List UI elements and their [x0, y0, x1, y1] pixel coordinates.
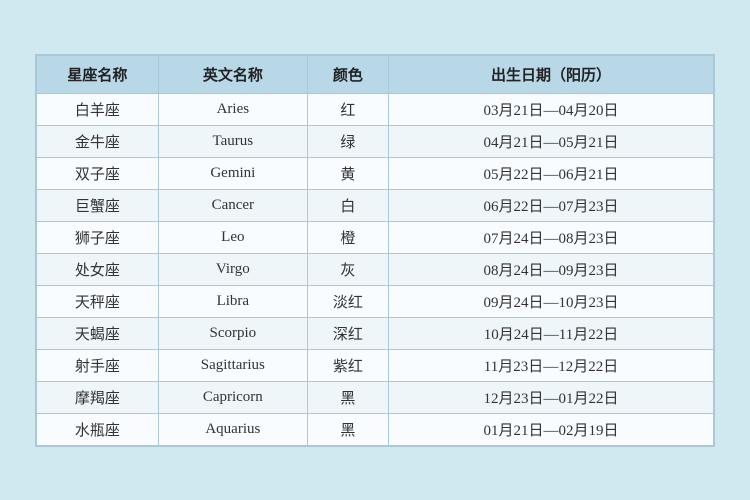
cell-en: Scorpio	[158, 317, 307, 349]
cell-color: 白	[307, 189, 388, 221]
cell-color: 深红	[307, 317, 388, 349]
cell-date: 04月21日—05月21日	[389, 125, 714, 157]
table-row: 白羊座Aries红03月21日—04月20日	[37, 93, 714, 125]
cell-en: Sagittarius	[158, 349, 307, 381]
table-row: 巨蟹座Cancer白06月22日—07月23日	[37, 189, 714, 221]
cell-color: 黑	[307, 381, 388, 413]
cell-date: 09月24日—10月23日	[389, 285, 714, 317]
cell-date: 01月21日—02月19日	[389, 413, 714, 445]
cell-color: 绿	[307, 125, 388, 157]
cell-zh: 白羊座	[37, 93, 159, 125]
zodiac-table-container: 星座名称 英文名称 颜色 出生日期（阳历） 白羊座Aries红03月21日—04…	[35, 54, 715, 447]
table-row: 处女座Virgo灰08月24日—09月23日	[37, 253, 714, 285]
cell-zh: 水瓶座	[37, 413, 159, 445]
table-row: 摩羯座Capricorn黑12月23日—01月22日	[37, 381, 714, 413]
cell-color: 红	[307, 93, 388, 125]
cell-en: Cancer	[158, 189, 307, 221]
cell-zh: 天蝎座	[37, 317, 159, 349]
cell-zh: 巨蟹座	[37, 189, 159, 221]
table-row: 射手座Sagittarius紫红11月23日—12月22日	[37, 349, 714, 381]
header-date: 出生日期（阳历）	[389, 55, 714, 93]
cell-zh: 狮子座	[37, 221, 159, 253]
cell-en: Libra	[158, 285, 307, 317]
header-en: 英文名称	[158, 55, 307, 93]
table-row: 金牛座Taurus绿04月21日—05月21日	[37, 125, 714, 157]
cell-en: Aquarius	[158, 413, 307, 445]
zodiac-table: 星座名称 英文名称 颜色 出生日期（阳历） 白羊座Aries红03月21日—04…	[36, 55, 714, 446]
cell-en: Virgo	[158, 253, 307, 285]
header-color: 颜色	[307, 55, 388, 93]
table-row: 天蝎座Scorpio深红10月24日—11月22日	[37, 317, 714, 349]
cell-date: 06月22日—07月23日	[389, 189, 714, 221]
cell-zh: 摩羯座	[37, 381, 159, 413]
cell-date: 11月23日—12月22日	[389, 349, 714, 381]
table-header-row: 星座名称 英文名称 颜色 出生日期（阳历）	[37, 55, 714, 93]
cell-color: 紫红	[307, 349, 388, 381]
table-row: 双子座Gemini黄05月22日—06月21日	[37, 157, 714, 189]
cell-en: Taurus	[158, 125, 307, 157]
cell-color: 黄	[307, 157, 388, 189]
table-row: 狮子座Leo橙07月24日—08月23日	[37, 221, 714, 253]
cell-zh: 处女座	[37, 253, 159, 285]
cell-date: 03月21日—04月20日	[389, 93, 714, 125]
cell-en: Leo	[158, 221, 307, 253]
cell-date: 05月22日—06月21日	[389, 157, 714, 189]
cell-date: 12月23日—01月22日	[389, 381, 714, 413]
cell-date: 07月24日—08月23日	[389, 221, 714, 253]
cell-color: 黑	[307, 413, 388, 445]
cell-date: 08月24日—09月23日	[389, 253, 714, 285]
cell-en: Capricorn	[158, 381, 307, 413]
header-zh: 星座名称	[37, 55, 159, 93]
cell-color: 橙	[307, 221, 388, 253]
cell-en: Gemini	[158, 157, 307, 189]
cell-color: 灰	[307, 253, 388, 285]
cell-zh: 射手座	[37, 349, 159, 381]
cell-date: 10月24日—11月22日	[389, 317, 714, 349]
cell-zh: 双子座	[37, 157, 159, 189]
cell-color: 淡红	[307, 285, 388, 317]
table-row: 天秤座Libra淡红09月24日—10月23日	[37, 285, 714, 317]
cell-zh: 天秤座	[37, 285, 159, 317]
table-row: 水瓶座Aquarius黑01月21日—02月19日	[37, 413, 714, 445]
cell-en: Aries	[158, 93, 307, 125]
cell-zh: 金牛座	[37, 125, 159, 157]
